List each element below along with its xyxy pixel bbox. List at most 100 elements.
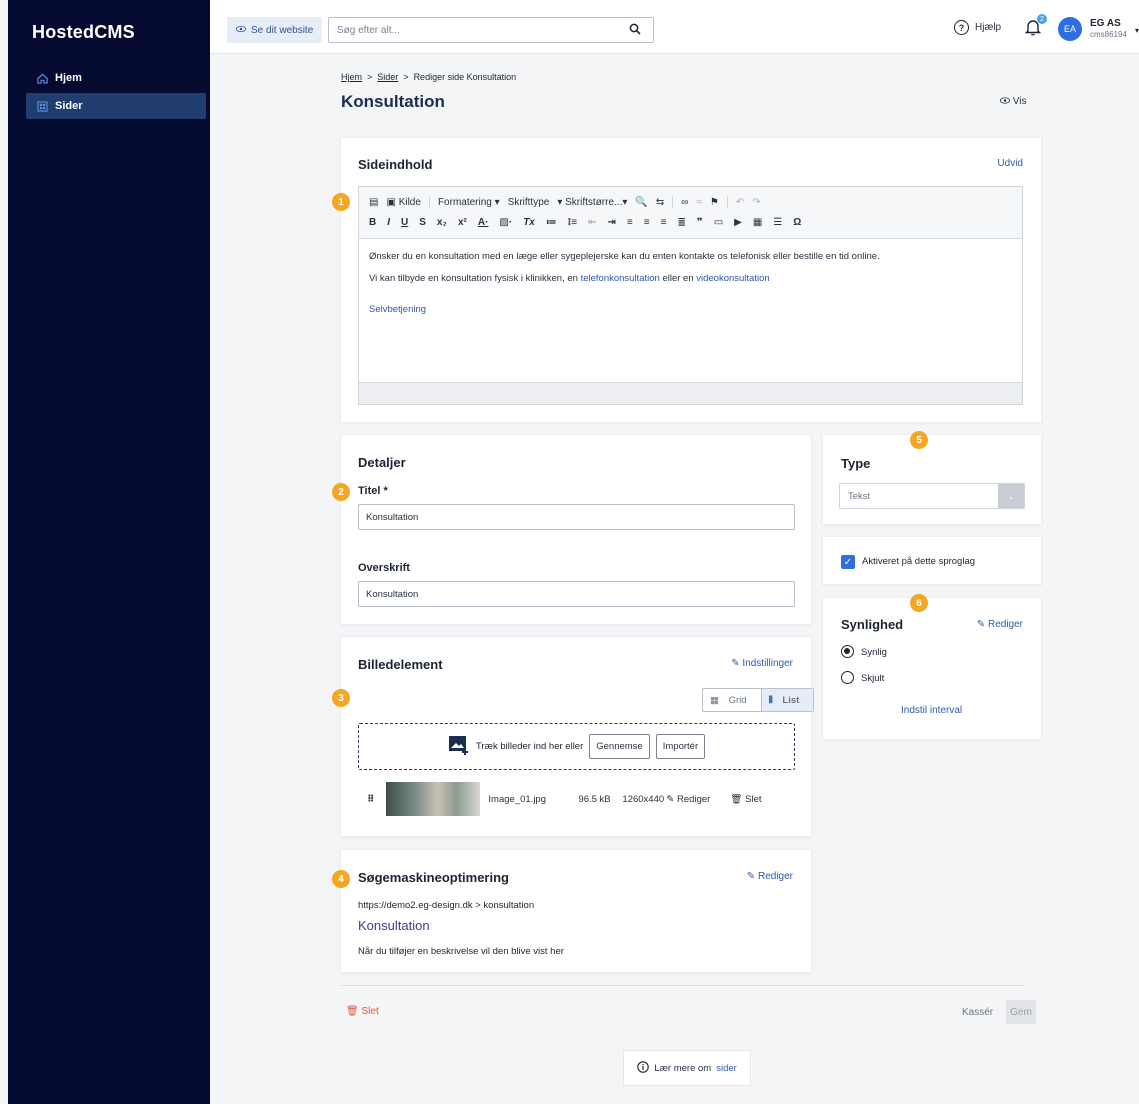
radio-hidden[interactable] (841, 671, 854, 684)
editor-toolbar: ▤ ▣ Kilde Formatering ▾ Skrifttype ▾ Skr… (359, 187, 1022, 239)
settings-label: Indstillinger (742, 658, 793, 669)
pages-icon (36, 100, 48, 112)
learn-more-link[interactable]: sider (716, 1063, 737, 1074)
visibility-card: Synlighed 6 ✎ Rediger Synlig Skjult Inds… (822, 594, 1042, 740)
font-dropdown[interactable]: Skrifttype (508, 197, 550, 208)
text-color-button[interactable]: A· (478, 217, 489, 228)
strike-button[interactable]: S (419, 217, 426, 228)
import-button[interactable]: Importér (655, 734, 706, 759)
unlink-icon[interactable]: ≈ (696, 197, 702, 208)
browse-button[interactable]: Gennemse (589, 734, 650, 759)
blockquote-icon[interactable]: ❞ (697, 217, 703, 228)
view-page-link[interactable]: Vis (1000, 96, 1027, 107)
heading-input[interactable]: Konsultation (358, 581, 795, 607)
source-button[interactable]: ▣ Kilde (386, 197, 420, 208)
replace-icon[interactable]: ⇆ (656, 197, 664, 208)
new-page-icon[interactable]: ▤ (369, 197, 378, 208)
search-placeholder: Søg efter alt... (337, 24, 400, 36)
breadcrumb-current: Rediger side Konsultation (413, 72, 517, 82)
breadcrumb-home[interactable]: Hjem (341, 72, 362, 82)
italic-button[interactable]: I (387, 217, 390, 228)
avatar[interactable]: EA (1058, 17, 1082, 41)
phone-consult-link[interactable]: telefonkonsultation (581, 273, 660, 284)
image-icon[interactable]: ▭ (714, 217, 723, 228)
seo-edit-link[interactable]: ✎ Rediger (747, 871, 793, 882)
outdent-icon[interactable]: ⇤ (588, 217, 596, 228)
horizontal-line-icon[interactable]: ☰ (773, 217, 782, 228)
subscript-button[interactable]: x₂ (437, 217, 447, 228)
set-interval-link[interactable]: Indstil interval (901, 705, 962, 716)
align-right-icon[interactable]: ≡ (661, 217, 667, 228)
video-icon[interactable]: ▶ (734, 217, 742, 228)
remove-format-button[interactable]: Tx (523, 217, 535, 228)
indent-icon[interactable]: ⇥ (608, 217, 616, 228)
table-icon[interactable]: ▦ (753, 217, 762, 228)
learn-more-button[interactable]: Lær mere om sider (623, 1050, 751, 1086)
rich-text-editor[interactable]: ▤ ▣ Kilde Formatering ▾ Skrifttype ▾ Skr… (358, 186, 1023, 405)
sidebar-item-pages[interactable]: Sider (26, 93, 206, 119)
image-card: Billedelement ✎ Indstillinger 3 ▦ Grid ⦀… (332, 636, 815, 837)
see-website-button[interactable]: Se dit website (227, 17, 323, 43)
type-select[interactable]: Tekst ⌄ (839, 483, 1025, 509)
justify-icon[interactable]: ≣ (677, 217, 685, 228)
find-icon[interactable]: 🔍 (635, 197, 647, 208)
undo-icon[interactable]: ↶ (736, 197, 744, 208)
numbered-list-icon[interactable]: ≔ (546, 217, 557, 228)
list-label: List (782, 694, 800, 706)
anchor-flag-icon[interactable]: ⚑ (710, 197, 719, 208)
visibility-edit-link[interactable]: ✎ Rediger (977, 619, 1023, 630)
image-edit-button[interactable]: ✎ Rediger (666, 794, 730, 805)
expand-link[interactable]: Udvid (997, 158, 1023, 169)
delete-page-button[interactable]: 🗑 Slet (346, 1006, 379, 1017)
language-checkbox[interactable]: ✓ (841, 555, 855, 569)
save-button[interactable]: Gem (1006, 1000, 1036, 1024)
link-icon[interactable]: ∞ (681, 197, 688, 208)
breadcrumb-pages[interactable]: Sider (377, 72, 398, 82)
discard-button[interactable]: Kassér (962, 1007, 993, 1018)
text: eller en (659, 273, 697, 285)
toolbar-divider (672, 196, 674, 208)
page-title: Konsultation (341, 92, 445, 111)
bulleted-list-icon[interactable]: ⁝≡ (567, 217, 577, 228)
image-settings-link[interactable]: ✎ Indstillinger (731, 658, 793, 669)
edit-label: Rediger (987, 619, 1023, 630)
drag-handle-icon[interactable]: ⠿ (367, 794, 374, 805)
editor-content[interactable]: Ønsker du en konsultation med en læge el… (359, 239, 1022, 338)
text: Vi kan tilbyde en konsultation fysisk i … (369, 273, 581, 285)
notifications-button[interactable]: 2 (1024, 14, 1047, 39)
search-input[interactable]: Søg efter alt... (328, 17, 654, 43)
type-selected: Tekst (848, 490, 871, 502)
chevron-down-icon: ⌄ (998, 484, 1024, 508)
content-card: Sideindhold Udvid 1 ▤ ▣ Kilde Formaterin… (332, 137, 1042, 423)
account-menu[interactable]: EG AS cms86194 (1090, 18, 1127, 39)
visibility-title: Synlighed (841, 617, 904, 632)
details-title: Detaljer (358, 455, 406, 470)
superscript-button[interactable]: x² (458, 217, 467, 228)
sidebar-item-home[interactable]: Hjem (26, 65, 206, 91)
grid-view-button[interactable]: ▦ Grid (703, 689, 761, 711)
help-button[interactable]: ? Hjælp (954, 20, 1001, 35)
image-delete-button[interactable]: 🗑 Slet (730, 794, 761, 805)
image-dropzone[interactable]: Træk billeder ind her eller Gennemse Imp… (358, 723, 795, 770)
search-icon[interactable] (629, 23, 641, 38)
view-toggle[interactable]: ▦ Grid ⦀ List (702, 688, 815, 712)
breadcrumb-separator: > (367, 72, 373, 82)
font-size-dropdown[interactable]: ▾ Skriftstørre...▾ (557, 197, 627, 208)
chevron-down-icon[interactable]: ▾ (1135, 26, 1139, 35)
special-char-button[interactable]: Ω (793, 217, 801, 228)
bg-color-icon[interactable]: ▨· (499, 217, 512, 228)
step-badge-2: 2 (332, 483, 350, 501)
radio-visible[interactable] (841, 645, 854, 658)
video-consult-link[interactable]: videokonsultation (696, 273, 769, 284)
underline-button[interactable]: U (401, 217, 408, 228)
radio-visible-label: Synlig (861, 647, 887, 658)
align-center-icon[interactable]: ≡ (644, 217, 650, 228)
question-icon: ? (954, 20, 969, 35)
bold-button[interactable]: B (369, 217, 376, 228)
list-view-button[interactable]: ⦀ List (760, 689, 814, 711)
title-input[interactable]: Konsultation (358, 504, 795, 530)
redo-icon[interactable]: ↷ (752, 197, 760, 208)
align-left-icon[interactable]: ≡ (627, 217, 633, 228)
format-dropdown[interactable]: Formatering ▾ (438, 197, 500, 208)
selfservice-link[interactable]: Selvbetjening (369, 304, 1012, 316)
